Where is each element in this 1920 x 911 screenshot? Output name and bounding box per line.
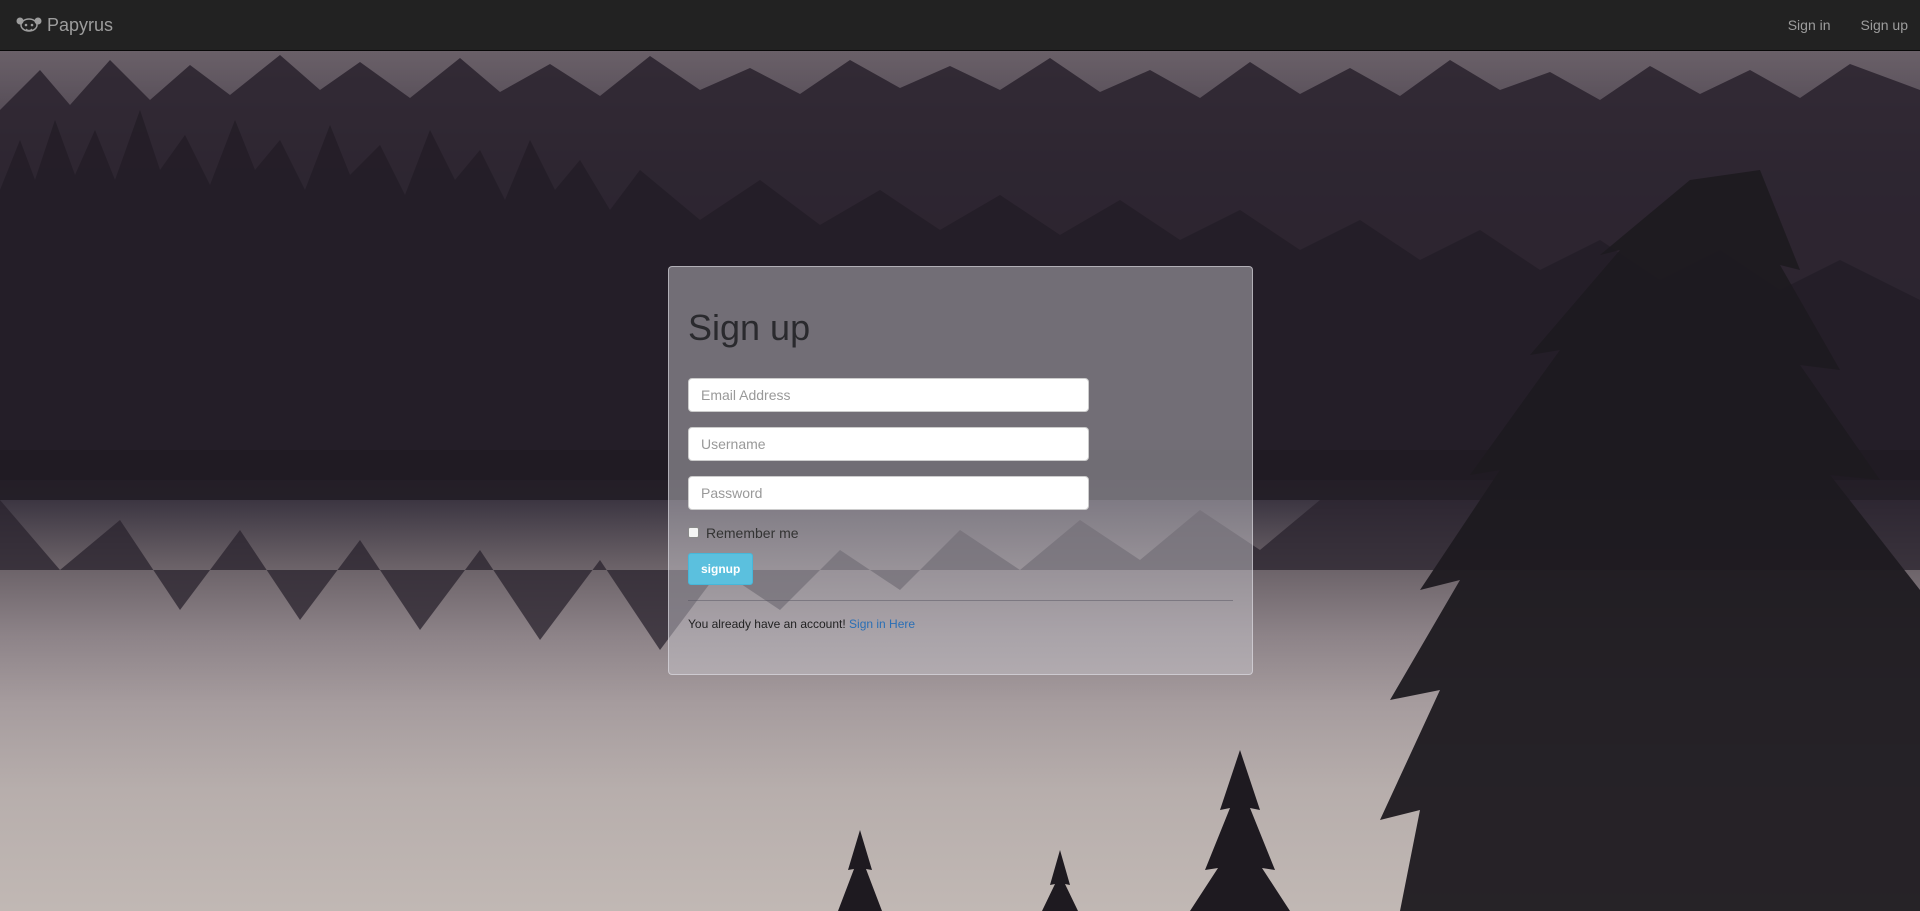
form-divider <box>688 599 1233 601</box>
nav-sign-up-link[interactable]: Sign up <box>1846 0 1908 50</box>
email-input[interactable] <box>688 377 1089 412</box>
papyrus-logo-icon <box>15 14 43 36</box>
nav-sign-in-link[interactable]: Sign in <box>1773 0 1846 50</box>
remember-me-row: Remember me <box>688 525 1233 541</box>
password-input[interactable] <box>688 475 1089 510</box>
nav-links: Sign in Sign up <box>1773 0 1908 50</box>
brand-name: Papyrus <box>47 14 114 35</box>
remember-me-checkbox[interactable] <box>688 527 699 539</box>
signin-prompt: You already have an account! Sign in Her… <box>688 617 1233 631</box>
signup-panel: Sign up Remember me signup You already h… <box>668 266 1253 675</box>
signin-here-link[interactable]: Sign in Here <box>849 617 915 631</box>
brand-link[interactable]: Papyrus <box>15 14 113 36</box>
signup-title: Sign up <box>688 307 811 348</box>
signin-prompt-text: You already have an account! <box>688 616 846 631</box>
top-navbar: Papyrus Sign in Sign up <box>0 0 1920 51</box>
signup-button[interactable]: signup <box>688 552 754 585</box>
username-input[interactable] <box>688 426 1089 461</box>
remember-me-label: Remember me <box>706 524 799 541</box>
